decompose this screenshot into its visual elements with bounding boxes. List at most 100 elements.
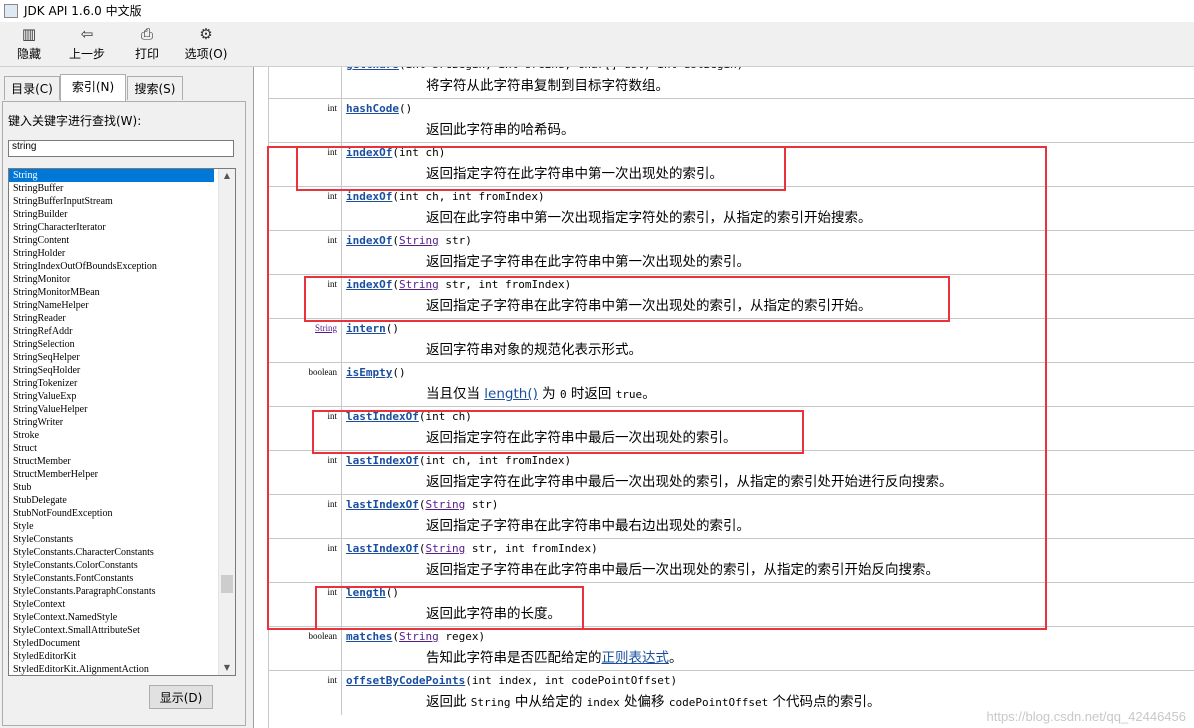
index-list-item[interactable]: StringMonitorMBean (9, 286, 214, 299)
hide-label: 隐藏 (16, 47, 41, 61)
index-list-item[interactable]: StubNotFoundException (9, 507, 214, 520)
method-name-link[interactable]: offsetByCodePoints (346, 674, 465, 687)
index-list-item[interactable]: StyleConstants.CharacterConstants (9, 546, 214, 559)
return-type-text: int (327, 103, 337, 113)
index-list-item[interactable]: StringBufferInputStream (9, 195, 214, 208)
method-description: 返回此字符串的哈希码。 (426, 122, 575, 138)
index-list-item[interactable]: StyleConstants.ParagraphConstants (9, 585, 214, 598)
index-list-item[interactable]: StyledEditorKit (9, 650, 214, 663)
description-link[interactable]: 正则表达式 (602, 650, 670, 666)
index-list-item[interactable]: Stroke (9, 429, 214, 442)
printer-icon: ⎙ (140, 25, 153, 43)
index-list-item[interactable]: StructMemberHelper (9, 468, 214, 481)
options-label: 选项(O) (184, 47, 228, 61)
back-button[interactable]: ⇦ 上一步 (62, 25, 112, 65)
index-list-item[interactable]: StringWriter (9, 416, 214, 429)
options-button[interactable]: ⚙ 选项(O) (180, 25, 232, 65)
hide-button[interactable]: ▥ 隐藏 (4, 25, 54, 65)
index-list-item[interactable]: StyleContext (9, 598, 214, 611)
index-scrollbar[interactable]: ▲ ▼ (218, 169, 235, 675)
index-listbox[interactable]: String StringBuffer StringBufferInputStrea… (8, 168, 236, 676)
index-list-item[interactable]: StringSeqHolder (9, 364, 214, 377)
description-part: 。 (669, 650, 683, 666)
highlight-box-indexof-int (296, 146, 786, 191)
return-type-text: boolean (308, 631, 338, 641)
index-list-item[interactable]: StringValueExp (9, 390, 214, 403)
index-list-item[interactable]: StyledDocument (9, 637, 214, 650)
highlight-box-indexof-string-from (304, 276, 950, 322)
method-params: regex) (438, 630, 486, 643)
index-list-item[interactable]: StringSelection (9, 338, 214, 351)
index-list-item[interactable]: Stub (9, 481, 214, 494)
description-part: 中从给定的 (510, 694, 587, 710)
index-list-item[interactable]: StubDelegate (9, 494, 214, 507)
back-arrow-icon: ⇦ (80, 25, 94, 43)
index-list-item[interactable]: StringContent (9, 234, 214, 247)
index-list-item[interactable]: StyledEditorKit.AlignmentAction (9, 663, 214, 675)
window-title: JDK API 1.6.0 中文版 (24, 4, 142, 18)
description-part: 个代码点的索引。 (768, 694, 881, 710)
method-row: boolean matches(String regex) 告知此字符串是否匹配给定… (268, 626, 1194, 671)
index-list-item[interactable]: StringSeqHelper (9, 351, 214, 364)
method-row: int hashCode() 返回此字符串的哈希码。 (268, 98, 1194, 143)
index-list-item[interactable]: String (9, 169, 214, 182)
scroll-up-arrow-icon[interactable]: ▲ (219, 169, 235, 183)
method-params: () (398, 102, 413, 115)
method-signature: getChars(int srcBegin, int srcEnd, char[… (346, 67, 743, 71)
description-part: 告知此字符串是否匹配给定的 (426, 650, 602, 666)
keyword-input[interactable]: string (8, 140, 234, 157)
return-type-text: int (327, 675, 337, 685)
index-list-item[interactable]: StringBuilder (9, 208, 214, 221)
highlight-box-lastindexof-int (312, 410, 804, 454)
method-row: int offsetByCodePoints(int index, int cod… (268, 670, 1194, 715)
index-list-item[interactable]: StyleContext.NamedStyle (9, 611, 214, 624)
back-label: 上一步 (68, 47, 105, 61)
description-part: index (586, 696, 620, 709)
toolbar: ▥ 隐藏 ⇦ 上一步 ⎙ 打印 ⚙ 选项(O) (0, 22, 1194, 67)
return-type: void (268, 67, 342, 99)
return-type: int (268, 671, 342, 715)
method-signature: hashCode() (346, 102, 412, 115)
index-list-item[interactable]: StringMonitor (9, 273, 214, 286)
index-list-item[interactable]: StyleContext.SmallAttributeSet (9, 624, 214, 637)
print-button[interactable]: ⎙ 打印 (122, 25, 172, 65)
index-list-item[interactable]: StyleConstants.FontConstants (9, 572, 214, 585)
index-list-item[interactable]: StringBuffer (9, 182, 214, 195)
param-class-link[interactable]: String (399, 630, 439, 643)
index-list-item[interactable]: StringRefAddr (9, 325, 214, 338)
method-params: (int srcBegin, int srcEnd, char[] dst, i… (399, 67, 743, 71)
index-list-item[interactable]: StyleConstants.ColorConstants (9, 559, 214, 572)
return-type-text: void (321, 67, 337, 69)
tab-contents[interactable]: 目录(C) (4, 76, 60, 100)
method-description: 返回此 String 中从给定的 index 处偏移 codePointOffs… (426, 690, 881, 710)
method-params: (int index, int codePointOffset) (465, 674, 678, 687)
scroll-thumb[interactable] (221, 575, 233, 593)
tab-index[interactable]: 索引(N) (60, 74, 126, 101)
tab-search[interactable]: 搜索(S) (127, 76, 183, 100)
index-list-item[interactable]: StructMember (9, 455, 214, 468)
index-list-item[interactable]: StringNameHelper (9, 299, 214, 312)
title-bar: JDK API 1.6.0 中文版 (0, 0, 1194, 22)
scroll-down-arrow-icon[interactable]: ▼ (219, 661, 235, 675)
options-icon: ⚙ (199, 25, 213, 43)
method-row: void getChars(int srcBegin, int srcEnd, c… (268, 67, 1194, 99)
index-list-item[interactable]: Struct (9, 442, 214, 455)
index-list-item[interactable]: StringTokenizer (9, 377, 214, 390)
keyword-label: 键入关键字进行查找(W): (8, 114, 142, 128)
index-list-item[interactable]: StringReader (9, 312, 214, 325)
index-list-item[interactable]: StringHolder (9, 247, 214, 260)
index-list-item[interactable]: StyleConstants (9, 533, 214, 546)
method-name-link[interactable]: hashCode (346, 102, 399, 115)
return-type: boolean (268, 627, 342, 671)
navigation-pane: 目录(C) 索引(N) 搜索(S) 键入关键字进行查找(W): string S… (0, 67, 248, 728)
method-name-link[interactable]: getChars (346, 67, 399, 71)
app-icon (4, 4, 18, 18)
index-list-item[interactable]: StringIndexOutOfBoundsException (9, 260, 214, 273)
method-name-link[interactable]: matches (346, 630, 392, 643)
display-button[interactable]: 显示(D) (149, 685, 213, 709)
index-list-item[interactable]: StringValueHelper (9, 403, 214, 416)
index-list-item[interactable]: Style (9, 520, 214, 533)
index-list-item[interactable]: StringCharacterIterator (9, 221, 214, 234)
return-type: int (268, 99, 342, 143)
description-part: 处偏移 (619, 694, 669, 710)
